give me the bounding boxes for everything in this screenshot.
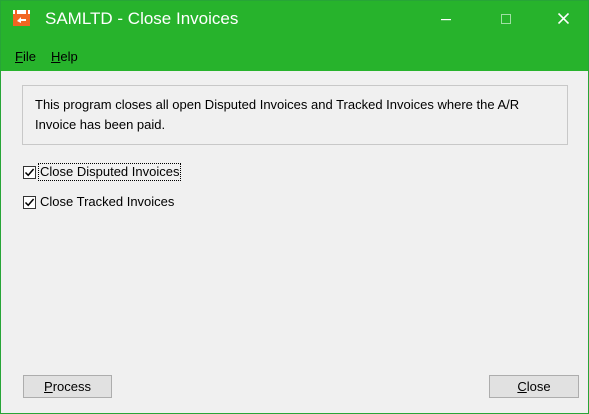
- description-text: This program closes all open Disputed In…: [35, 97, 520, 132]
- close-icon: [557, 11, 569, 29]
- close-label: lose: [526, 379, 551, 394]
- checkmark-icon: [24, 168, 35, 176]
- close-tracked-checkbox[interactable]: [23, 195, 36, 209]
- menu-help-label: elp: [60, 49, 78, 64]
- option-close-disputed[interactable]: Close Disputed Invoices: [23, 163, 182, 181]
- app-icon: [13, 10, 30, 26]
- minimize-button[interactable]: [423, 1, 469, 38]
- window-title: SAMLTD - Close Invoices: [45, 9, 239, 28]
- close-tracked-label: Close Tracked Invoices: [40, 194, 175, 209]
- menu-file[interactable]: File: [15, 49, 36, 65]
- close-disputed-checkbox[interactable]: [23, 165, 36, 179]
- title-bar[interactable]: SAMLTD - Close Invoices: [1, 1, 588, 38]
- maximize-button[interactable]: [483, 1, 529, 38]
- process-label: rocess: [52, 379, 91, 394]
- close-invoices-window: SAMLTD - Close Invoices File Help This p…: [0, 0, 589, 414]
- process-accel: P: [44, 379, 53, 394]
- maximize-icon: [501, 11, 511, 29]
- description-panel: This program closes all open Disputed In…: [22, 85, 568, 145]
- close-button[interactable]: Close: [489, 375, 579, 398]
- checkmark-icon: [24, 198, 35, 206]
- process-button[interactable]: Process: [23, 375, 112, 398]
- menu-help[interactable]: Help: [51, 49, 78, 65]
- minimize-icon: [441, 11, 451, 29]
- close-disputed-label: Close Disputed Invoices: [37, 163, 182, 181]
- menu-file-label: ile: [22, 49, 36, 64]
- menu-help-accel: H: [51, 49, 61, 64]
- close-accel: C: [517, 379, 527, 394]
- option-close-tracked[interactable]: Close Tracked Invoices: [23, 193, 175, 211]
- menu-file-accel: F: [15, 49, 23, 64]
- menu-bar: File Help: [1, 38, 588, 71]
- window-close-button[interactable]: [540, 1, 586, 38]
